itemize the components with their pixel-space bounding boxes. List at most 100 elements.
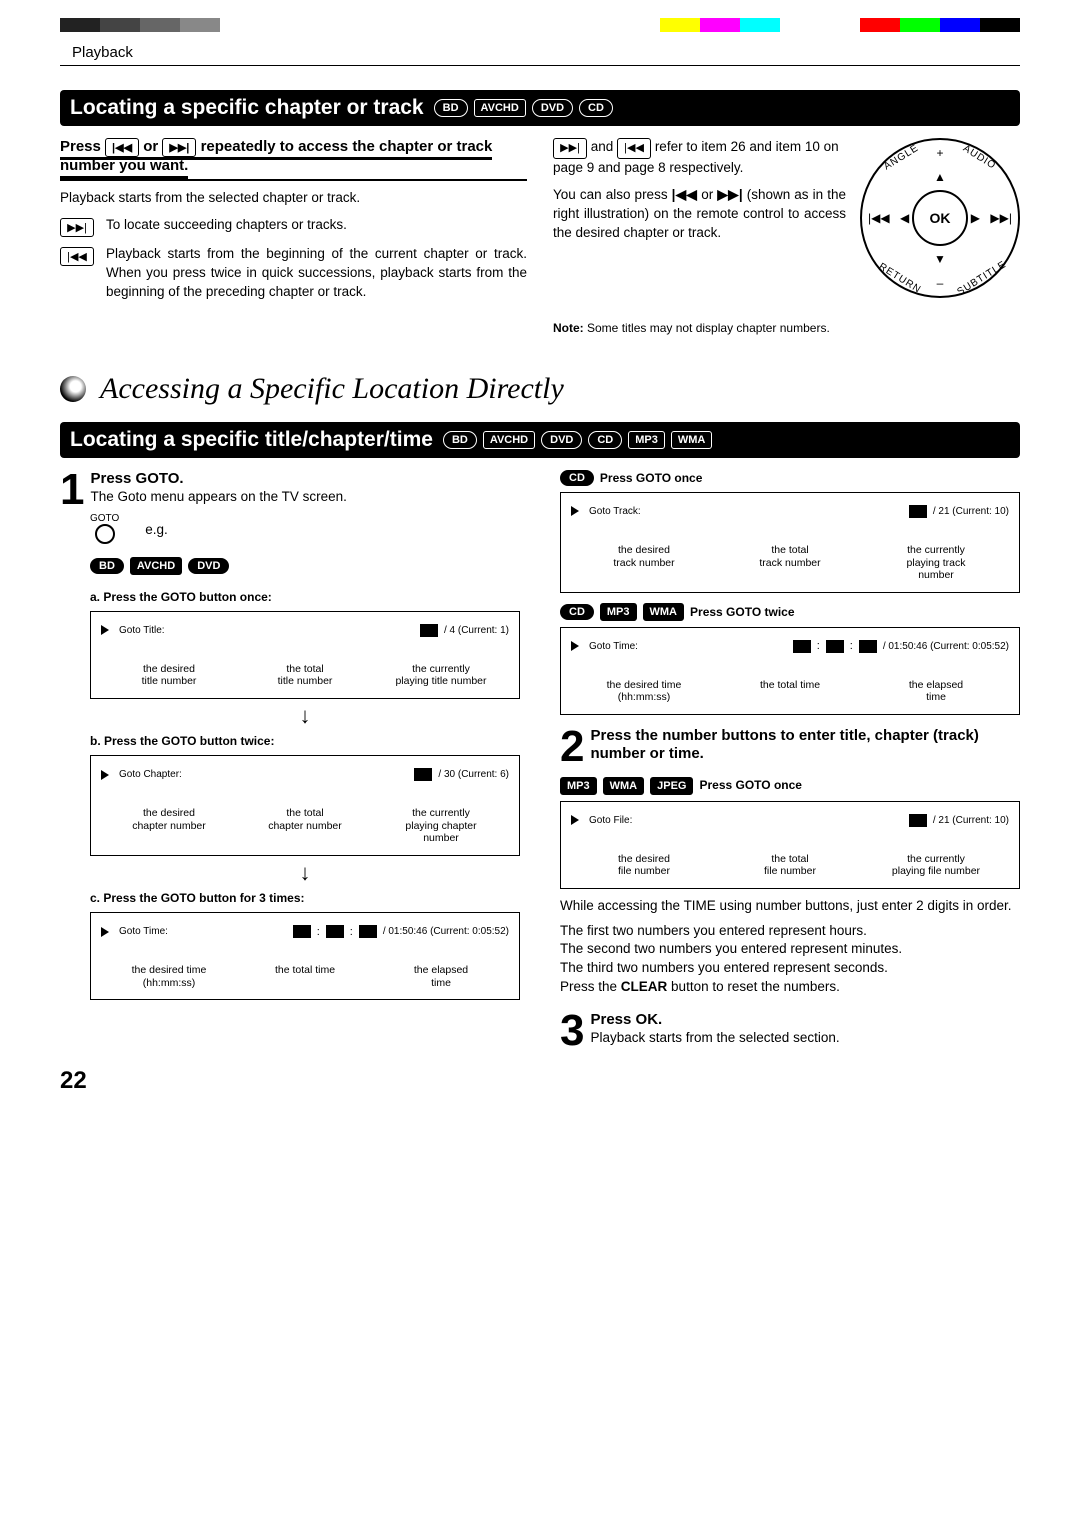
ctl1: the total time	[717, 679, 863, 704]
fb1: WMA	[603, 777, 645, 795]
input-box-icon-c2	[326, 925, 344, 938]
input-box-icon-e1	[793, 640, 811, 653]
c-line-label: Goto Time:	[119, 926, 168, 937]
ctline-value: / 01:50:46 (Current: 0:05:52)	[883, 641, 1009, 652]
f-labels: the desired file number the total file n…	[571, 853, 1009, 878]
goto-mini-label: GOTO	[90, 513, 119, 524]
row-fwd: ▶▶| To locate succeeding chapters or tra…	[60, 216, 527, 237]
cd-once-label: Press GOTO once	[600, 470, 703, 486]
cd-once-badge: CD	[560, 470, 594, 486]
ctlabel: Press GOTO twice	[690, 604, 795, 620]
badge2-wma: WMA	[671, 431, 713, 449]
al1: the total title number	[237, 663, 373, 688]
right-steps-col: CD Press GOTO once Goto Track: / 21 (Cur…	[560, 470, 1020, 1051]
s2-body2: The first two numbers you entered repres…	[560, 922, 1020, 941]
right-skip-icon: ▶▶|	[990, 211, 1012, 225]
up-arrow-icon: ▲	[934, 170, 946, 184]
accessing-title-text: Accessing a Specific Location Directly	[100, 372, 564, 406]
cd-once-header: CD Press GOTO once	[560, 470, 1020, 486]
section1-heading: Locating a specific chapter or track BD …	[60, 90, 1020, 126]
down-arrow-1: ↓	[90, 703, 520, 729]
row-back: |◀◀ Playback starts from the beginning o…	[60, 245, 527, 302]
down-arrow-icon: ▼	[934, 252, 946, 266]
input-box-icon-c3	[359, 925, 377, 938]
goto-box-cdtwice: Goto Time: : : / 01:50:46 (Current: 0:05…	[560, 627, 1020, 715]
ra: and	[591, 139, 617, 154]
step-3-body: Playback starts from the selected sectio…	[590, 1030, 839, 1045]
section2-heading: Locating a specific title/chapter/time B…	[60, 422, 1020, 458]
badge2-bd: BD	[443, 431, 477, 449]
s2-body1: While accessing the TIME using number bu…	[560, 897, 1020, 916]
remote-minus: –	[937, 276, 944, 290]
ub-avchd: AVCHD	[130, 557, 182, 575]
badge2-mp3: MP3	[628, 431, 665, 449]
input-box-icon-c1	[293, 925, 311, 938]
remote-ring-diagram: OK ANGLE AUDIO RETURN SUBTITLE + – ▲ ▼ |…	[860, 138, 1020, 298]
rd: or	[701, 187, 717, 202]
skip-fwd-icon-2: ▶▶|	[60, 218, 94, 237]
fl2: the currently playing file number	[863, 853, 1009, 878]
bl0: the desired chapter number	[101, 807, 237, 845]
step-2-number: 2	[560, 727, 584, 767]
tri-icon-e	[571, 641, 579, 651]
left-skip-icon: |◀◀	[868, 211, 890, 225]
ub-bd: BD	[90, 558, 124, 574]
input-box-icon	[420, 624, 438, 637]
lead-a: Press	[60, 138, 105, 155]
goto-button-icon	[95, 524, 115, 544]
a-line-value: / 4 (Current: 1)	[444, 625, 509, 636]
skip-fwd-icon: ▶▶|	[162, 138, 196, 157]
ctline-label: Goto Time:	[589, 641, 638, 652]
s2-body3: The second two numbers you entered repre…	[560, 940, 1020, 959]
section1-badges: BD AVCHD DVD CD	[434, 99, 613, 117]
ctl0: the desired time (hh:mm:ss)	[571, 679, 717, 704]
b-line-label: Goto Chapter:	[119, 769, 182, 780]
fb0: MP3	[560, 777, 597, 795]
b-line-value: / 30 (Current: 6)	[438, 769, 509, 780]
a-labels: the desired title number the total title…	[101, 663, 509, 688]
al0: the desired title number	[101, 663, 237, 688]
registration-color-bar	[60, 18, 1020, 32]
remote-audio-label: AUDIO	[961, 143, 998, 172]
note-text: Some titles may not display chapter numb…	[584, 321, 830, 335]
row-back-text: Playback starts from the beginning of th…	[106, 245, 527, 302]
goto-box-b: Goto Chapter: / 30 (Current: 6) the desi…	[90, 755, 520, 856]
cd-twice-header: CD MP3 WMA Press GOTO twice	[560, 603, 1020, 621]
cdonce-value: / 21 (Current: 10)	[933, 506, 1009, 517]
b-labels: the desired chapter number the total cha…	[101, 807, 509, 845]
header-rule	[60, 65, 1020, 66]
section1-title: Locating a specific chapter or track	[70, 96, 424, 120]
cdol0: the desired track number	[571, 544, 717, 582]
section1-lead: Press |◀◀ or ▶▶| repeatedly to access th…	[60, 138, 492, 179]
ctb1: MP3	[600, 603, 637, 621]
goto-box-c: Goto Time: : : / 01:50:46 (Current: 0:05…	[90, 912, 520, 1000]
tri-icon-f	[571, 815, 579, 825]
accessing-title: Accessing a Specific Location Directly	[60, 372, 1020, 406]
c-head: c. Press the GOTO button for 3 times:	[90, 890, 520, 906]
c-line-value: / 01:50:46 (Current: 0:05:52)	[383, 926, 509, 937]
b-head: b. Press the GOTO button twice:	[90, 733, 520, 749]
fl1: the total file number	[717, 853, 863, 878]
right-arrow-icon: ▶	[971, 211, 980, 225]
fblabel: Press GOTO once	[699, 777, 802, 793]
badge2-dvd: DVD	[541, 431, 582, 449]
cl2: the elapsed time	[373, 964, 509, 989]
down-arrow-2: ↓	[90, 860, 520, 886]
lead-b: or	[143, 138, 162, 155]
section1-right-col: ▶▶| and |◀◀ refer to item 26 and item 10…	[553, 138, 1020, 310]
skip-back-icon-3: |◀◀	[617, 138, 651, 159]
step-1-body: The Goto menu appears on the TV screen.	[90, 489, 346, 504]
cdol2: the currently playing track number	[863, 544, 1009, 582]
s2b5b: CLEAR	[621, 979, 668, 994]
fb2: JPEG	[650, 777, 693, 795]
tri-icon-d	[571, 506, 579, 516]
left-arrow-icon: ◀	[900, 211, 909, 225]
c-labels: the desired time (hh:mm:ss) the total ti…	[101, 964, 509, 989]
s2b5c: button to reset the numbers.	[671, 979, 840, 994]
step-3-number: 3	[560, 1011, 584, 1051]
tri-icon-b	[101, 770, 109, 780]
remote-subtitle-label: SUBTITLE	[956, 259, 1009, 298]
s2-body4: The third two numbers you entered repres…	[560, 959, 1020, 978]
file-header: MP3 WMA JPEG Press GOTO once	[560, 777, 1020, 795]
fline-value: / 21 (Current: 10)	[933, 815, 1009, 826]
